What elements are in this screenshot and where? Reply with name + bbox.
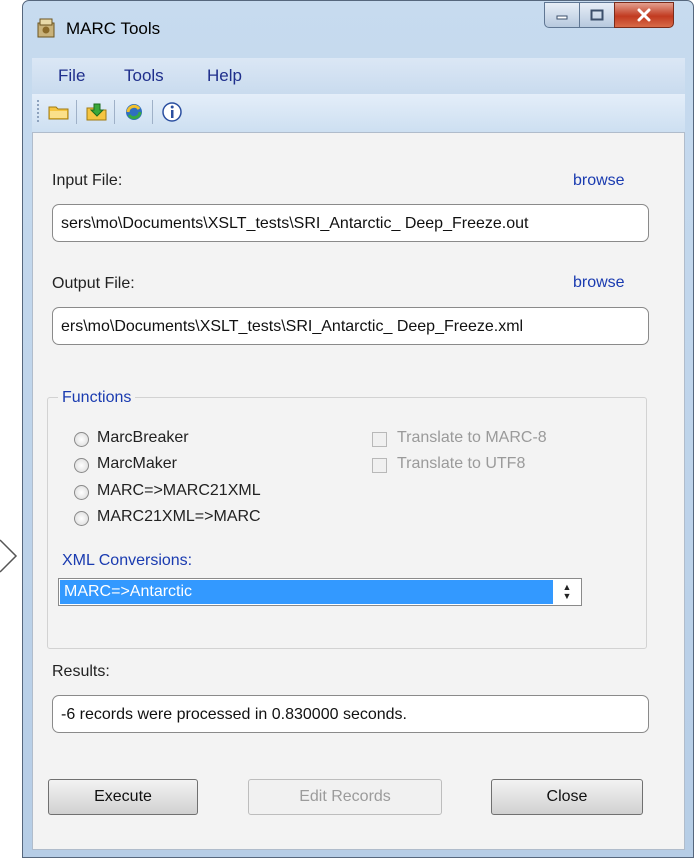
execute-button[interactable]: Execute <box>48 779 198 815</box>
arrow-fragment-icon <box>0 539 18 573</box>
radio-marcbreaker[interactable] <box>74 432 89 447</box>
radio-marcbreaker-label: MarcBreaker <box>97 429 189 446</box>
radio-marc-to-marc21xml[interactable] <box>74 485 89 500</box>
refresh-button[interactable] <box>121 99 147 125</box>
checkbox-translate-utf8[interactable] <box>372 458 387 473</box>
spin-down-icon: ▼ <box>562 591 572 601</box>
app-icon <box>37 18 55 38</box>
close-window-button[interactable] <box>614 2 674 28</box>
functions-label: Functions <box>58 389 136 407</box>
maximize-icon <box>590 9 604 21</box>
input-file-label: Input File: <box>52 172 123 189</box>
checkbox-translate-utf8-label: Translate to UTF8 <box>397 455 526 472</box>
close-button[interactable]: Close <box>491 779 643 815</box>
xml-conversions-list[interactable]: MARC=>Antarctic <box>58 578 582 606</box>
menu-bar: File Tools Help <box>32 58 685 94</box>
radio-marcmaker[interactable] <box>74 458 89 473</box>
minimize-icon <box>556 15 568 20</box>
info-button[interactable] <box>159 99 185 125</box>
edit-records-button[interactable]: Edit Records <box>248 779 442 815</box>
xml-conversions-label: XML Conversions: <box>62 552 193 569</box>
toolbar-grip <box>37 100 39 124</box>
output-file-label: Output File: <box>52 275 135 292</box>
save-folder-button[interactable] <box>84 99 110 125</box>
checkbox-translate-marc8-label: Translate to MARC-8 <box>397 429 547 446</box>
window-title: MARC Tools <box>66 19 161 38</box>
minimize-button[interactable] <box>544 2 580 28</box>
close-icon <box>637 8 651 22</box>
menu-file[interactable]: File <box>58 66 85 86</box>
input-file-field[interactable]: sers\mo\Documents\XSLT_tests\SRI_Antarct… <box>52 204 649 242</box>
radio-marc21xml-to-marc[interactable] <box>74 511 89 526</box>
input-browse-link[interactable]: browse <box>573 172 625 190</box>
menu-tools[interactable]: Tools <box>124 66 164 86</box>
output-browse-link[interactable]: browse <box>573 274 625 292</box>
results-field: -6 records were processed in 0.830000 se… <box>52 695 649 733</box>
toolbar <box>32 94 685 133</box>
save-folder-icon <box>86 103 107 121</box>
open-folder-icon <box>48 106 69 120</box>
checkbox-translate-marc8[interactable] <box>372 432 387 447</box>
output-file-field[interactable]: ers\mo\Documents\XSLT_tests\SRI_Antarcti… <box>52 307 649 345</box>
radio-marc-to-marc21xml-label: MARC=>MARC21XML <box>97 482 261 499</box>
radio-marcmaker-label: MarcMaker <box>97 455 178 472</box>
maximize-button[interactable] <box>579 2 615 28</box>
radio-marc21xml-to-marc-label: MARC21XML=>MARC <box>97 508 261 525</box>
refresh-icon <box>126 104 142 120</box>
results-label: Results: <box>52 663 110 680</box>
info-icon <box>162 102 182 122</box>
xml-conversion-selected-item[interactable]: MARC=>Antarctic <box>60 580 553 604</box>
menu-help[interactable]: Help <box>207 66 242 86</box>
xml-conversions-spinner[interactable]: ▲ ▼ <box>556 580 578 604</box>
open-folder-button[interactable] <box>46 99 72 125</box>
